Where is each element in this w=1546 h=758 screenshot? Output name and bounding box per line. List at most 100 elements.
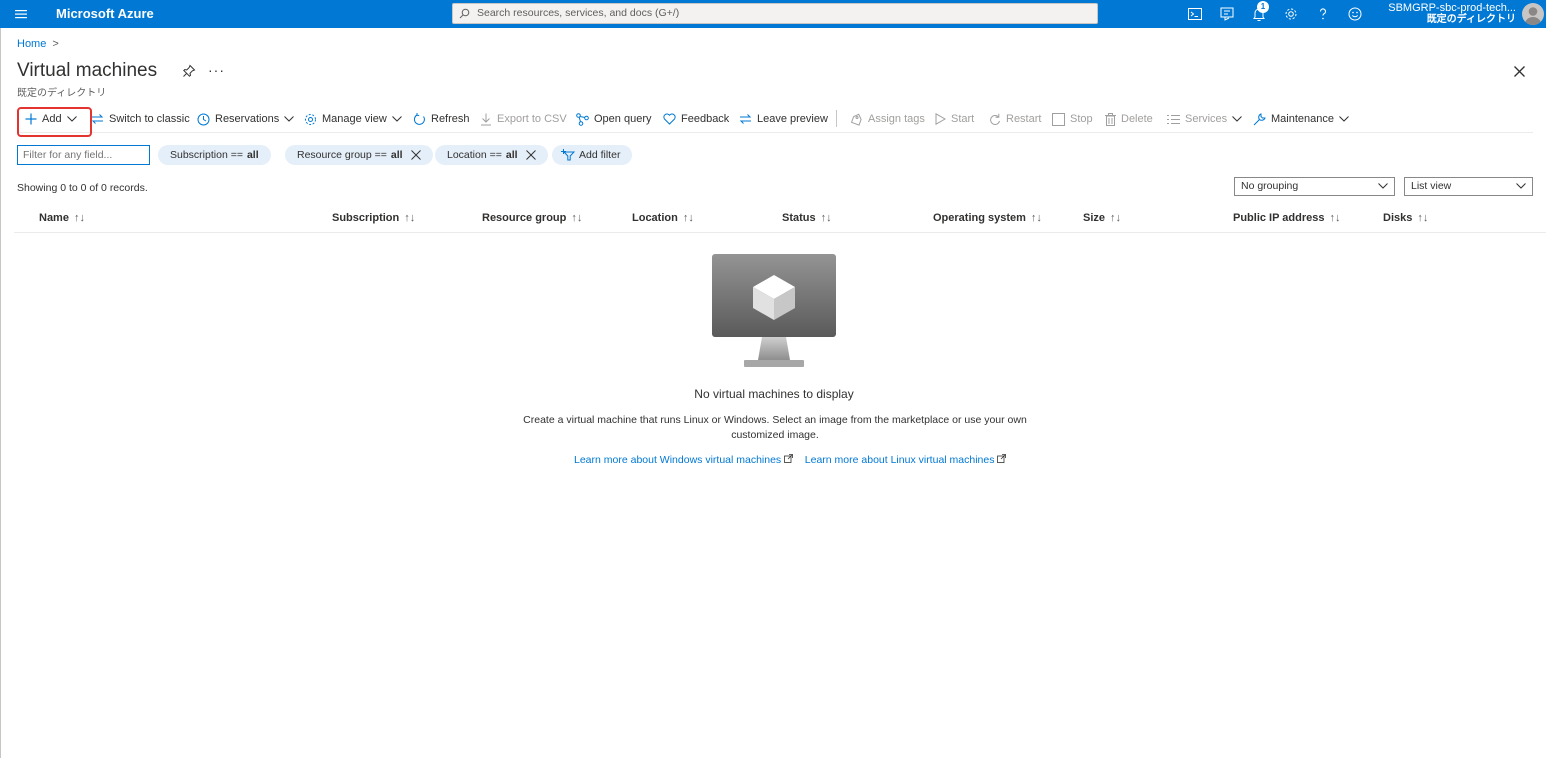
resource-group-filter-pill[interactable]: Resource group == all bbox=[285, 145, 433, 165]
view-mode-dropdown[interactable]: List view bbox=[1404, 177, 1533, 196]
learn-linux-vm-link[interactable]: Learn more about Linux virtual machines bbox=[805, 454, 1007, 466]
switch-to-classic-button[interactable]: Switch to classic bbox=[91, 111, 190, 127]
refresh-label: Refresh bbox=[431, 113, 470, 125]
notification-count-badge: 1 bbox=[1257, 1, 1269, 13]
view-mode-value: List view bbox=[1411, 180, 1452, 192]
settings-icon[interactable] bbox=[1282, 5, 1300, 23]
search-placeholder: Search resources, services, and docs (G+… bbox=[477, 7, 680, 19]
stop-icon bbox=[1052, 112, 1065, 126]
subscription-filter-pill[interactable]: Subscription == all bbox=[158, 145, 271, 165]
list-icon bbox=[1167, 114, 1180, 124]
play-icon bbox=[935, 113, 946, 125]
top-bar: Microsoft Azure Search resources, servic… bbox=[0, 0, 1546, 28]
column-header-size[interactable]: Size ↑↓ bbox=[1083, 212, 1121, 224]
wrench-icon bbox=[1253, 112, 1266, 125]
gear-icon bbox=[305, 113, 316, 125]
page-left-border bbox=[0, 28, 1, 758]
account-directory: 既定のディレクトリ bbox=[1426, 14, 1516, 25]
refresh-icon bbox=[413, 112, 425, 125]
breadcrumb-separator: > bbox=[52, 38, 59, 50]
learn-windows-vm-link[interactable]: Learn more about Windows virtual machine… bbox=[574, 454, 794, 466]
feedback-label: Feedback bbox=[681, 113, 730, 125]
leave-preview-button[interactable]: Leave preview bbox=[739, 111, 828, 127]
column-header-label: Disks bbox=[1383, 212, 1413, 224]
column-header-status[interactable]: Status ↑↓ bbox=[782, 212, 832, 224]
menu-icon[interactable] bbox=[14, 7, 28, 21]
start-button[interactable]: Start bbox=[935, 111, 974, 127]
empty-state-description: Create a virtual machine that runs Linux… bbox=[523, 414, 1027, 441]
services-label: Services bbox=[1185, 113, 1228, 125]
services-button[interactable]: Services bbox=[1167, 111, 1243, 127]
close-icon[interactable] bbox=[410, 150, 421, 160]
directory-filter-icon[interactable] bbox=[1218, 5, 1236, 23]
add-filter-button[interactable]: Add filter bbox=[552, 145, 633, 165]
column-header-location[interactable]: Location ↑↓ bbox=[632, 212, 694, 224]
stop-label: Stop bbox=[1070, 113, 1093, 125]
global-search-input[interactable]: Search resources, services, and docs (G+… bbox=[452, 3, 1098, 24]
restart-icon bbox=[990, 113, 1000, 125]
open-query-button[interactable]: Open query bbox=[576, 111, 651, 127]
more-options-button[interactable]: ··· bbox=[208, 62, 225, 78]
empty-state-title: No virtual machines to display bbox=[694, 387, 854, 401]
location-filter-pill[interactable]: Location == all bbox=[435, 145, 548, 165]
location-filter-label: Location == bbox=[447, 149, 502, 161]
column-header-disks[interactable]: Disks ↑↓ bbox=[1383, 212, 1428, 224]
switch-arrows-icon bbox=[91, 114, 104, 124]
column-header-label: Size bbox=[1083, 212, 1106, 224]
resource-group-filter-label: Resource group == bbox=[297, 149, 387, 161]
feedback-smiley-icon[interactable] bbox=[1346, 5, 1364, 23]
chevron-down-icon bbox=[1232, 116, 1243, 122]
stop-button[interactable]: Stop bbox=[1052, 111, 1093, 127]
toolbar-divider bbox=[836, 110, 837, 127]
brand-title[interactable]: Microsoft Azure bbox=[56, 6, 154, 21]
grouping-dropdown[interactable]: No grouping bbox=[1234, 177, 1395, 196]
records-count: Showing 0 to 0 of 0 records. bbox=[17, 182, 148, 194]
subscription-filter-label: Subscription == bbox=[170, 149, 243, 161]
sort-icon: ↑↓ bbox=[1329, 212, 1341, 224]
sort-icon: ↑↓ bbox=[1417, 212, 1429, 224]
command-bar: Add Switch to classic Reservations Manag… bbox=[17, 105, 1533, 133]
maintenance-button[interactable]: Maintenance bbox=[1253, 111, 1349, 127]
assign-tags-button[interactable]: Assign tags bbox=[851, 111, 925, 127]
switch-to-classic-label: Switch to classic bbox=[109, 113, 190, 125]
subscription-filter-value: all bbox=[246, 149, 259, 161]
sort-icon: ↑↓ bbox=[682, 212, 694, 224]
filter-input[interactable] bbox=[17, 145, 150, 165]
close-icon[interactable] bbox=[525, 150, 536, 160]
restart-button[interactable]: Restart bbox=[989, 111, 1041, 127]
delete-button[interactable]: Delete bbox=[1105, 111, 1153, 127]
pin-icon[interactable] bbox=[182, 64, 196, 78]
column-header-label: Resource group bbox=[482, 212, 567, 224]
help-icon[interactable] bbox=[1314, 5, 1332, 23]
resource-group-filter-value: all bbox=[390, 149, 403, 161]
manage-view-button[interactable]: Manage view bbox=[304, 111, 402, 127]
column-header-label: Location bbox=[632, 212, 678, 224]
sort-icon: ↑↓ bbox=[73, 212, 85, 224]
refresh-button[interactable]: Refresh bbox=[413, 111, 470, 127]
export-csv-button[interactable]: Export to CSV bbox=[480, 111, 567, 127]
cloud-shell-icon[interactable] bbox=[1186, 5, 1204, 23]
sort-icon: ↑↓ bbox=[1110, 212, 1122, 224]
column-header-name[interactable]: Name ↑↓ bbox=[39, 212, 85, 224]
avatar[interactable] bbox=[1522, 3, 1544, 25]
column-header-operating-system[interactable]: Operating system ↑↓ bbox=[933, 212, 1042, 224]
add-button-highlight bbox=[17, 107, 92, 137]
maintenance-label: Maintenance bbox=[1271, 113, 1334, 125]
external-link-icon bbox=[997, 454, 1007, 463]
chevron-down-icon bbox=[1516, 183, 1526, 189]
reservations-button[interactable]: Reservations bbox=[197, 111, 295, 127]
column-header-subscription[interactable]: Subscription ↑↓ bbox=[332, 212, 415, 224]
table-header: Name ↑↓ Subscription ↑↓ Resource group ↑↓ L… bbox=[14, 204, 1546, 233]
clock-icon bbox=[197, 113, 210, 125]
chevron-down-icon bbox=[391, 116, 402, 122]
breadcrumb-home-link[interactable]: Home bbox=[17, 38, 46, 50]
feedback-button[interactable]: Feedback bbox=[663, 111, 729, 127]
close-icon[interactable] bbox=[1513, 65, 1526, 78]
column-header-public-ip[interactable]: Public IP address ↑↓ bbox=[1233, 212, 1341, 224]
column-header-resource-group[interactable]: Resource group ↑↓ bbox=[482, 212, 582, 224]
account-menu[interactable]: SBMGRP-sbc-prod-tech... 既定のディレクトリ bbox=[1388, 2, 1516, 26]
chevron-down-icon bbox=[1339, 116, 1349, 122]
start-label: Start bbox=[951, 113, 975, 125]
account-name: SBMGRP-sbc-prod-tech... bbox=[1388, 2, 1516, 14]
chevron-down-icon bbox=[284, 116, 295, 122]
